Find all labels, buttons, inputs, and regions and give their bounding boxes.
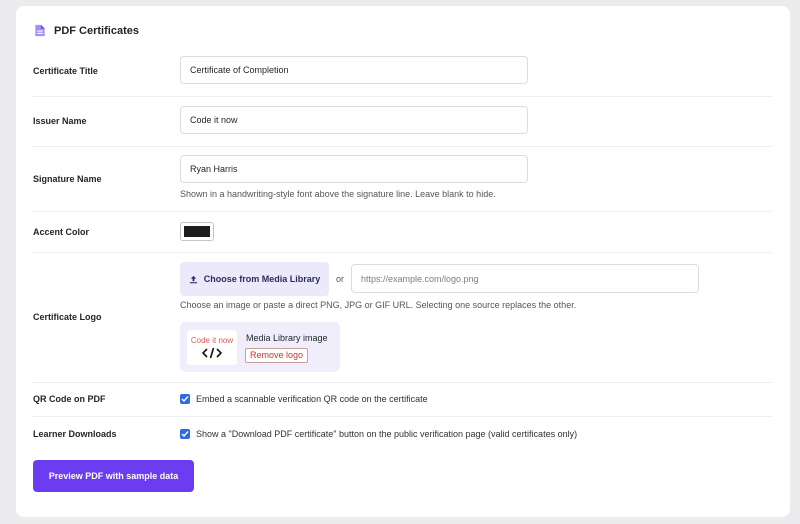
- learner-downloads-label: Learner Downloads: [33, 429, 117, 439]
- logo-brand-text: Code it now: [190, 336, 234, 345]
- qr-code-checkbox[interactable]: [180, 394, 190, 404]
- divider: [32, 382, 772, 383]
- section-title: PDF Certificates: [54, 24, 139, 37]
- accent-color-swatch: [184, 226, 210, 237]
- learner-downloads-text: Show a "Download PDF certificate" button…: [196, 429, 578, 439]
- divider: [32, 211, 772, 212]
- logo-preview: Code it now Media Library image Remove l…: [180, 322, 340, 372]
- logo-thumbnail: Code it now: [187, 330, 237, 365]
- learner-downloads-checkbox[interactable]: [180, 429, 190, 439]
- settings-card: PDF Certificates Certificate Title Issue…: [16, 6, 790, 517]
- qr-code-text: Embed a scannable verification QR code o…: [196, 394, 428, 404]
- upload-icon: [189, 275, 197, 283]
- accent-color-picker[interactable]: [180, 222, 214, 241]
- code-icon: [202, 347, 222, 359]
- accent-color-label: Accent Color: [33, 227, 90, 237]
- choose-media-label: Choose from Media Library: [203, 274, 321, 284]
- checkmark-icon: [181, 396, 189, 403]
- logo-help-text: Choose an image or paste a direct PNG, J…: [180, 300, 577, 310]
- preview-pdf-button[interactable]: Preview PDF with sample data: [33, 460, 194, 492]
- issuer-name-input[interactable]: [180, 106, 528, 134]
- signature-name-input[interactable]: [180, 155, 528, 183]
- remove-logo-button[interactable]: Remove logo: [245, 348, 309, 363]
- qr-code-label: QR Code on PDF: [33, 394, 106, 404]
- certificate-title-input[interactable]: [180, 56, 528, 84]
- document-icon: [35, 24, 45, 37]
- logo-url-input[interactable]: [351, 264, 699, 293]
- or-separator: or: [336, 274, 345, 284]
- divider: [32, 146, 772, 147]
- checkmark-icon: [181, 431, 189, 438]
- divider: [32, 416, 772, 417]
- certificate-logo-label: Certificate Logo: [33, 312, 102, 322]
- issuer-name-label: Issuer Name: [33, 116, 87, 126]
- divider: [32, 252, 772, 253]
- media-library-label: Media Library image: [246, 333, 328, 343]
- divider: [32, 96, 772, 97]
- section-header: PDF Certificates: [34, 24, 139, 37]
- signature-help-text: Shown in a handwriting-style font above …: [180, 189, 496, 199]
- signature-name-label: Signature Name: [33, 174, 102, 184]
- choose-media-button[interactable]: Choose from Media Library: [180, 262, 329, 296]
- learner-downloads-option: Show a "Download PDF certificate" button…: [180, 429, 577, 439]
- qr-code-option: Embed a scannable verification QR code o…: [180, 394, 428, 404]
- certificate-title-label: Certificate Title: [33, 66, 98, 76]
